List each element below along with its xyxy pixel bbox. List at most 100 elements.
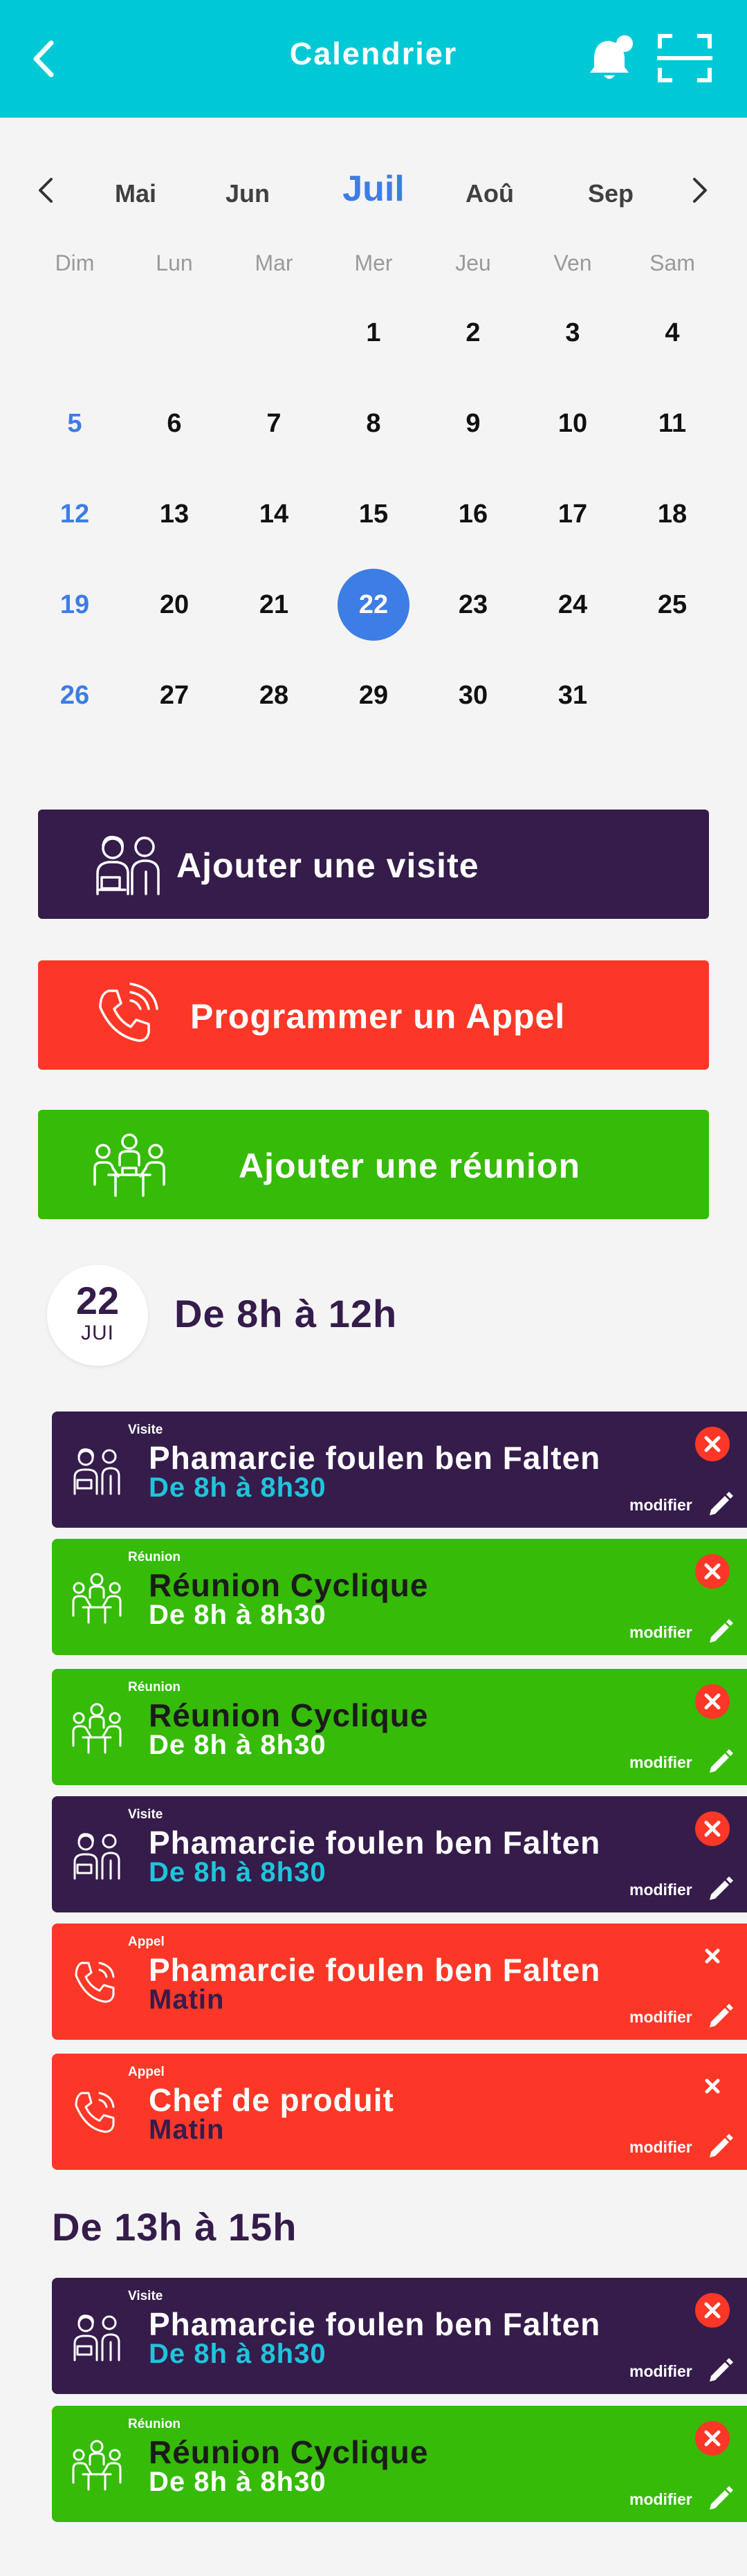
month-selector: Mai Jun Juil Aoû Sep (0, 163, 747, 225)
event-time: De 8h à 8h30 (149, 2339, 326, 2369)
calendar-day-19[interactable]: 19 (39, 569, 111, 641)
delete-icon[interactable] (695, 2421, 730, 2456)
calendar-day-29[interactable]: 29 (338, 659, 409, 731)
event-title: Phamarcie foulen ben Falten (149, 1952, 601, 1988)
edit-label: modifier (629, 2138, 692, 2156)
pencil-icon (710, 1749, 733, 1773)
calendar-day-31[interactable]: 31 (537, 659, 609, 731)
previous-month-icon[interactable] (36, 176, 57, 204)
add-visit-button[interactable]: Ajouter une visite (38, 810, 709, 919)
delete-icon[interactable] (695, 1554, 730, 1589)
event-card-reunion[interactable]: Réunion Réunion Cyclique De 8h à 8h30 modif… (52, 1539, 747, 1655)
delete-icon[interactable] (695, 1939, 730, 1973)
calendar-day-2[interactable]: 2 (437, 297, 509, 369)
meeting-group-icon (93, 1133, 165, 1197)
schedule-call-label: Programmer un Appel (190, 997, 566, 1036)
calendar-day-24[interactable]: 24 (537, 569, 609, 641)
calendar-day-26[interactable]: 26 (39, 659, 111, 731)
edit-label: modifier (629, 2008, 692, 2026)
calendar-day-20[interactable]: 20 (138, 569, 210, 641)
calendar-day-7[interactable]: 7 (238, 387, 310, 459)
calendar-day-28[interactable]: 28 (238, 659, 310, 731)
calendar-day-23[interactable]: 23 (437, 569, 509, 641)
event-title: Phamarcie foulen ben Falten (149, 2306, 601, 2342)
edit-label: modifier (629, 1881, 692, 1899)
calendar-day-4[interactable]: 4 (636, 297, 708, 369)
event-time: Matin (149, 1984, 225, 2015)
calendar-day-14[interactable]: 14 (238, 478, 310, 550)
delete-icon[interactable] (695, 2069, 730, 2103)
calendar-day-1[interactable]: 1 (338, 297, 409, 369)
calendar-day-5[interactable]: 5 (39, 387, 111, 459)
event-type: Visite (128, 1807, 163, 1822)
calendar-day-6[interactable]: 6 (138, 387, 210, 459)
weekday-friday: Ven (553, 250, 592, 275)
pencil-icon (710, 1876, 733, 1900)
calendar-day-10[interactable]: 10 (537, 387, 609, 459)
event-time: De 8h à 8h30 (149, 1730, 326, 1760)
calendar-day-21[interactable]: 21 (238, 569, 310, 641)
edit-label: modifier (629, 1623, 692, 1641)
event-time: De 8h à 8h30 (149, 2467, 326, 2497)
bell-icon[interactable] (584, 31, 640, 86)
event-card-visite[interactable]: Visite Phamarcie foulen ben Falten De 8h à… (52, 1796, 747, 1912)
event-type: Appel (128, 2065, 165, 2079)
calendar-day-25[interactable]: 25 (636, 569, 708, 641)
time-slot-title: De 13h à 15h (52, 2205, 297, 2249)
month-june[interactable]: Jun (199, 179, 296, 208)
calendar-day-9[interactable]: 9 (437, 387, 509, 459)
edit-label: modifier (629, 2490, 692, 2508)
month-september[interactable]: Sep (562, 179, 659, 208)
weekday-saturday: Sam (649, 250, 695, 275)
event-time: De 8h à 8h30 (149, 1600, 326, 1630)
calendar-day-11[interactable]: 11 (636, 387, 708, 459)
event-title: Phamarcie foulen ben Falten (149, 1440, 601, 1476)
delete-icon[interactable] (695, 2293, 730, 2328)
calendar-day-3[interactable]: 3 (537, 297, 609, 369)
edit-label: modifier (629, 1496, 692, 1514)
event-card-visite[interactable]: Visite Phamarcie foulen ben Falten De 8h à… (52, 1412, 747, 1528)
event-title: Phamarcie foulen ben Falten (149, 1825, 601, 1861)
weekday-monday: Lun (156, 250, 193, 275)
month-august[interactable]: Aoû (441, 179, 538, 208)
month-may[interactable]: Mai (87, 179, 184, 208)
selected-date-badge: 22 JUI (47, 1265, 148, 1366)
month-july[interactable]: Juil (325, 168, 422, 210)
edit-label: modifier (629, 1753, 692, 1771)
calendar-day-13[interactable]: 13 (138, 478, 210, 550)
delete-icon[interactable] (695, 1811, 730, 1846)
add-meeting-button[interactable]: Ajouter une réunion (38, 1110, 709, 1219)
event-type: Visite (128, 1423, 163, 1437)
delete-icon[interactable] (695, 1684, 730, 1719)
add-visit-label: Ajouter une visite (176, 846, 479, 885)
time-slot-title: De 8h à 12h (174, 1292, 398, 1335)
weekday-wednesday: Mer (354, 250, 393, 275)
calendar-day-17[interactable]: 17 (537, 478, 609, 550)
selected-date-month: JUI (81, 1322, 114, 1344)
delete-icon[interactable] (695, 1427, 730, 1461)
calendar-day-8[interactable]: 8 (338, 387, 409, 459)
event-card-appel[interactable]: Appel Phamarcie foulen ben Falten Matin mod… (52, 1924, 747, 2040)
visit-people-icon (73, 2314, 120, 2362)
calendar-day-16[interactable]: 16 (437, 478, 509, 550)
event-type: Visite (128, 2289, 163, 2303)
calendar-day-22[interactable]: 22 (338, 569, 409, 641)
event-card-reunion[interactable]: Réunion Réunion Cyclique De 8h à 8h30 modif… (52, 2406, 747, 2522)
schedule-call-button[interactable]: Programmer un Appel (38, 960, 709, 1070)
edit-label: modifier (629, 2362, 692, 2380)
scan-frame-icon[interactable] (657, 33, 712, 83)
event-card-visite[interactable]: Visite Phamarcie foulen ben Falten De 8h à… (52, 2278, 747, 2394)
event-title: Chef de produit (149, 2082, 394, 2118)
meeting-group-icon (72, 2440, 122, 2491)
calendar-day-18[interactable]: 18 (636, 478, 708, 550)
calendar-day-30[interactable]: 30 (437, 659, 509, 731)
event-card-appel[interactable]: Appel Chef de produit Matin modifier (52, 2054, 747, 2170)
calendar-day-12[interactable]: 12 (39, 478, 111, 550)
calendar-day-15[interactable]: 15 (338, 478, 409, 550)
phone-icon (75, 2092, 115, 2133)
next-month-icon[interactable] (689, 176, 710, 204)
calendar-day-27[interactable]: 27 (138, 659, 210, 731)
pencil-icon (710, 1492, 733, 1515)
event-type: Appel (128, 1935, 165, 1949)
event-card-reunion[interactable]: Réunion Réunion Cyclique De 8h à 8h30 modif… (52, 1669, 747, 1785)
